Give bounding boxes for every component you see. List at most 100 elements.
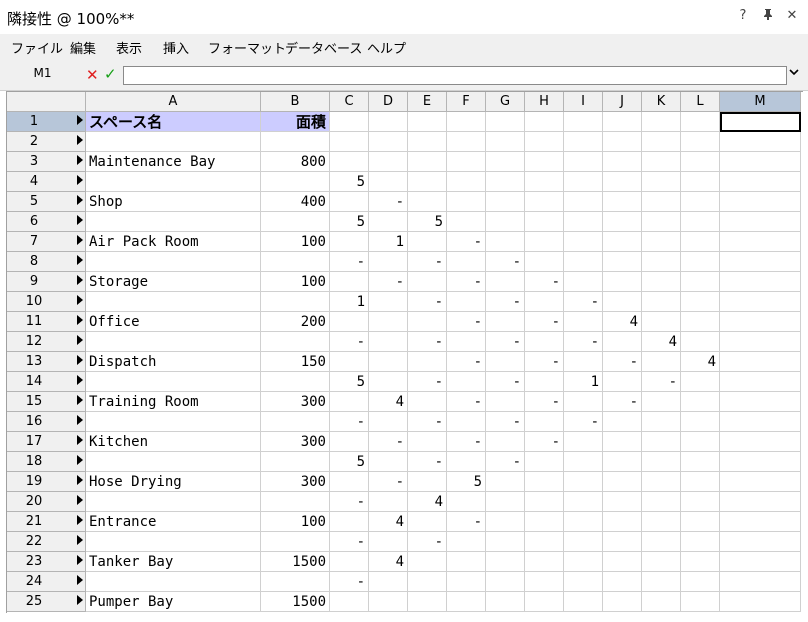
cell-j12[interactable] (603, 332, 642, 352)
column-header-c[interactable]: C (330, 92, 369, 112)
cell-h25[interactable] (525, 592, 564, 612)
cell-a15[interactable]: Training Room (86, 392, 261, 412)
cell-f6[interactable] (447, 212, 486, 232)
cell-b15[interactable]: 300 (261, 392, 330, 412)
cell-d14[interactable] (369, 372, 408, 392)
cell-j24[interactable] (603, 572, 642, 592)
cell-c7[interactable] (330, 232, 369, 252)
check-icon[interactable]: ✓ (104, 65, 117, 83)
cell-h4[interactable] (525, 172, 564, 192)
cell-h5[interactable] (525, 192, 564, 212)
cell-h12[interactable] (525, 332, 564, 352)
row-header[interactable]: 7 (7, 232, 86, 252)
cell-k12[interactable]: 4 (642, 332, 681, 352)
cell-h16[interactable] (525, 412, 564, 432)
cell-i17[interactable] (564, 432, 603, 452)
cell-d4[interactable] (369, 172, 408, 192)
column-header-j[interactable]: J (603, 92, 642, 112)
cell-j22[interactable] (603, 532, 642, 552)
cell-m16[interactable] (720, 412, 801, 432)
cell-c10[interactable]: 1 (330, 292, 369, 312)
cell-e17[interactable] (408, 432, 447, 452)
cell-c17[interactable] (330, 432, 369, 452)
cell-b11[interactable]: 200 (261, 312, 330, 332)
cell-c1[interactable] (330, 112, 369, 132)
cell-c5[interactable] (330, 192, 369, 212)
cell-l14[interactable] (681, 372, 720, 392)
cell-g15[interactable] (486, 392, 525, 412)
cell-l5[interactable] (681, 192, 720, 212)
cell-m12[interactable] (720, 332, 801, 352)
cell-f8[interactable] (447, 252, 486, 272)
cell-a22[interactable] (86, 532, 261, 552)
cell-g6[interactable] (486, 212, 525, 232)
cell-m7[interactable] (720, 232, 801, 252)
cell-m24[interactable] (720, 572, 801, 592)
cell-e20[interactable]: 4 (408, 492, 447, 512)
cell-k19[interactable] (642, 472, 681, 492)
cell-c23[interactable] (330, 552, 369, 572)
cell-f23[interactable] (447, 552, 486, 572)
cell-e23[interactable] (408, 552, 447, 572)
cell-b3[interactable]: 800 (261, 152, 330, 172)
cell-g3[interactable] (486, 152, 525, 172)
cell-h22[interactable] (525, 532, 564, 552)
cell-g2[interactable] (486, 132, 525, 152)
cell-k18[interactable] (642, 452, 681, 472)
cell-a25[interactable]: Pumper Bay (86, 592, 261, 612)
cell-i20[interactable] (564, 492, 603, 512)
cell-d9[interactable]: - (369, 272, 408, 292)
cell-l15[interactable] (681, 392, 720, 412)
cell-m15[interactable] (720, 392, 801, 412)
row-header[interactable]: 22 (7, 532, 86, 552)
cell-c20[interactable]: - (330, 492, 369, 512)
cell-e16[interactable]: - (408, 412, 447, 432)
cell-f16[interactable] (447, 412, 486, 432)
formula-input[interactable] (123, 66, 787, 85)
column-header-h[interactable]: H (525, 92, 564, 112)
cell-f21[interactable]: - (447, 512, 486, 532)
cell-k6[interactable] (642, 212, 681, 232)
row-header[interactable]: 17 (7, 432, 86, 452)
cell-f12[interactable] (447, 332, 486, 352)
row-header[interactable]: 14 (7, 372, 86, 392)
cell-m10[interactable] (720, 292, 801, 312)
cell-i15[interactable] (564, 392, 603, 412)
cell-i24[interactable] (564, 572, 603, 592)
cell-c19[interactable] (330, 472, 369, 492)
cell-d2[interactable] (369, 132, 408, 152)
cell-a20[interactable] (86, 492, 261, 512)
cell-b16[interactable] (261, 412, 330, 432)
cell-k1[interactable] (642, 112, 681, 132)
cell-d8[interactable] (369, 252, 408, 272)
cell-c4[interactable]: 5 (330, 172, 369, 192)
cell-b17[interactable]: 300 (261, 432, 330, 452)
cell-g9[interactable] (486, 272, 525, 292)
cell-e15[interactable] (408, 392, 447, 412)
row-header[interactable]: 16 (7, 412, 86, 432)
cell-k23[interactable] (642, 552, 681, 572)
cell-l24[interactable] (681, 572, 720, 592)
cell-i7[interactable] (564, 232, 603, 252)
cell-k16[interactable] (642, 412, 681, 432)
cell-g5[interactable] (486, 192, 525, 212)
menu-insert[interactable]: 挿入 (163, 38, 189, 57)
cell-c18[interactable]: 5 (330, 452, 369, 472)
cell-e7[interactable] (408, 232, 447, 252)
cell-m1[interactable] (720, 112, 801, 132)
cell-d17[interactable]: - (369, 432, 408, 452)
cell-k3[interactable] (642, 152, 681, 172)
spreadsheet-grid[interactable]: A B C D E F G H I J K L M 1 スペース名 面積 2 3 Maintenance Bay 80… (6, 91, 803, 613)
cell-e22[interactable]: - (408, 532, 447, 552)
cell-j25[interactable] (603, 592, 642, 612)
cell-a16[interactable] (86, 412, 261, 432)
cell-b24[interactable] (261, 572, 330, 592)
cell-d7[interactable]: 1 (369, 232, 408, 252)
column-header-d[interactable]: D (369, 92, 408, 112)
cell-l19[interactable] (681, 472, 720, 492)
cell-e2[interactable] (408, 132, 447, 152)
row-header[interactable]: 19 (7, 472, 86, 492)
cell-j21[interactable] (603, 512, 642, 532)
cell-c6[interactable]: 5 (330, 212, 369, 232)
row-header[interactable]: 2 (7, 132, 86, 152)
